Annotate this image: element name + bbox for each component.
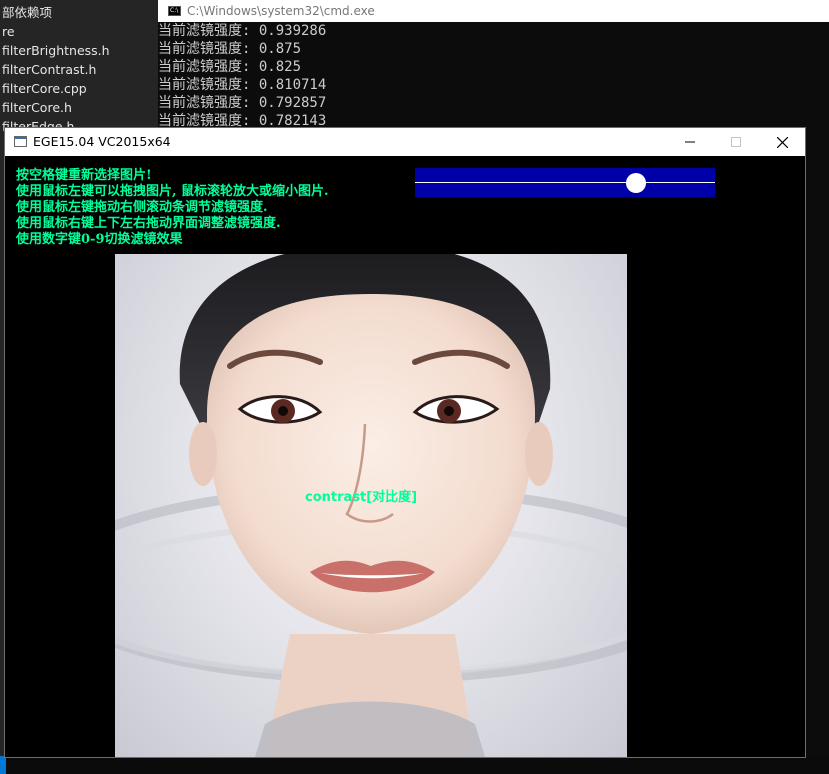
cmd-output: 当前滤镜强度: 0.939286 当前滤镜强度: 0.875 当前滤镜强度: 0… xyxy=(158,22,326,130)
tree-item-folder[interactable]: re xyxy=(2,22,15,41)
portrait-image[interactable] xyxy=(115,254,627,757)
maximize-icon xyxy=(731,137,741,147)
cmd-line: 当前滤镜强度: 0.939286 xyxy=(158,23,327,39)
instruction-line: 使用数字键0-9切换滤镜效果 xyxy=(16,232,183,247)
instruction-line: 按空格键重新选择图片! xyxy=(16,168,152,183)
instruction-line: 使用鼠标右键上下左右拖动界面调整滤镜强度. xyxy=(16,216,281,231)
filter-name-label: contrast[对比度] xyxy=(305,490,418,505)
minimize-button[interactable] xyxy=(667,128,713,156)
maximize-button[interactable] xyxy=(713,128,759,156)
cmd-titlebar[interactable]: C:\Windows\system32\cmd.exe xyxy=(158,0,829,22)
ege-canvas[interactable]: 按空格键重新选择图片! 使用鼠标左键可以拖拽图片, 鼠标滚轮放大或缩小图片. 使… xyxy=(5,156,805,757)
tree-item-filtercore-h[interactable]: filterCore.h xyxy=(2,98,72,117)
window-title: EGE15.04 VC2015x64 xyxy=(33,134,171,149)
portrait-drawing xyxy=(115,254,627,757)
tree-item-filtercontrast-h[interactable]: filterContrast.h xyxy=(2,60,96,79)
window-icon xyxy=(14,136,27,147)
slider-knob[interactable] xyxy=(626,173,646,193)
instruction-line: 使用鼠标左键拖动右侧滚动条调节滤镜强度. xyxy=(16,200,268,215)
close-icon xyxy=(776,136,788,148)
tree-item-filtercore-cpp[interactable]: filterCore.cpp xyxy=(2,79,87,98)
instructions: 按空格键重新选择图片! 使用鼠标左键可以拖拽图片, 鼠标滚轮放大或缩小图片. 使… xyxy=(16,168,329,248)
cmd-line: 当前滤镜强度: 0.810714 xyxy=(158,77,327,93)
tree-item-filterbrightness-h[interactable]: filterBrightness.h xyxy=(2,41,110,60)
cmd-icon xyxy=(168,5,181,16)
tree-item-dependencies[interactable]: 部依赖项 xyxy=(2,3,52,22)
taskbar-accent xyxy=(0,756,6,774)
taskbar xyxy=(0,756,829,774)
cmd-title: C:\Windows\system32\cmd.exe xyxy=(187,4,375,18)
close-button[interactable] xyxy=(759,128,805,156)
filter-strength-slider[interactable] xyxy=(415,168,715,197)
cmd-line: 当前滤镜强度: 0.825 xyxy=(158,59,302,75)
instruction-line: 使用鼠标左键可以拖拽图片, 鼠标滚轮放大或缩小图片. xyxy=(16,184,329,199)
minimize-icon xyxy=(685,141,695,143)
ege-titlebar[interactable]: EGE15.04 VC2015x64 xyxy=(5,128,805,156)
ege-window: EGE15.04 VC2015x64 按空格键重新选择图片! 使用鼠标左键可以拖… xyxy=(4,127,806,758)
slider-line xyxy=(415,182,715,183)
cmd-line: 当前滤镜强度: 0.875 xyxy=(158,41,302,57)
cmd-line: 当前滤镜强度: 0.792857 xyxy=(158,95,327,111)
